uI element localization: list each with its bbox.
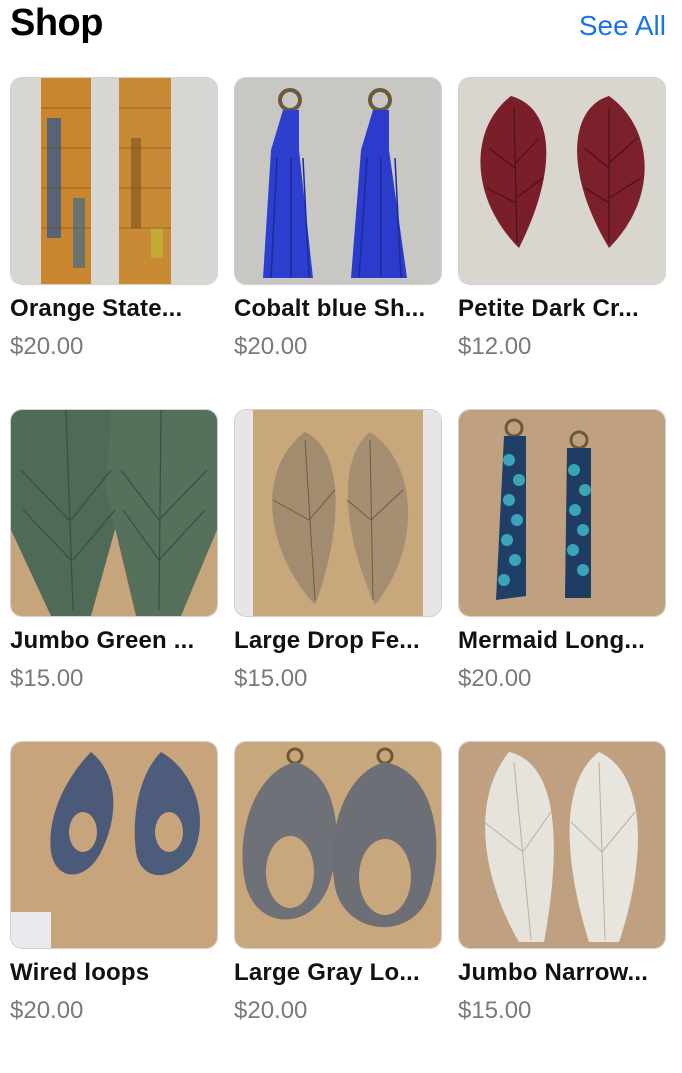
- product-name: Mermaid Long...: [458, 627, 646, 654]
- product-name: Jumbo Green ...: [10, 627, 195, 654]
- product-name: Large Drop Fe...: [234, 627, 420, 654]
- product-image[interactable]: [458, 741, 666, 949]
- product-price: $15.00: [458, 997, 532, 1024]
- product-card[interactable]: Jumbo Narrow... $15.00: [458, 741, 666, 1073]
- product-image[interactable]: [10, 77, 218, 285]
- see-all-link[interactable]: See All: [579, 10, 666, 42]
- product-price: $15.00: [234, 665, 308, 692]
- product-price: $12.00: [458, 333, 532, 360]
- product-price: $15.00: [10, 665, 84, 692]
- product-card[interactable]: Jumbo Green ... $15.00: [10, 409, 218, 741]
- product-name: Cobalt blue Sh...: [234, 295, 426, 322]
- product-price: $20.00: [234, 333, 308, 360]
- product-card[interactable]: Cobalt blue Sh... $20.00: [234, 77, 442, 409]
- product-grid: Orange State... $20.00 Cobalt blue Sh...…: [10, 77, 674, 1073]
- product-name: Orange State...: [10, 295, 183, 322]
- product-card[interactable]: Wired loops $20.00: [10, 741, 218, 1073]
- product-name: Large Gray Lo...: [234, 959, 420, 986]
- product-image[interactable]: [234, 741, 442, 949]
- product-price: $20.00: [10, 333, 84, 360]
- product-card[interactable]: Petite Dark Cr... $12.00: [458, 77, 666, 409]
- product-price: $20.00: [234, 997, 308, 1024]
- product-image[interactable]: [234, 409, 442, 617]
- product-price: $20.00: [458, 665, 532, 692]
- product-name: Wired loops: [10, 959, 150, 986]
- page-title: Shop: [10, 2, 103, 44]
- product-name: Jumbo Narrow...: [458, 959, 649, 986]
- product-image[interactable]: [234, 77, 442, 285]
- product-card[interactable]: Mermaid Long... $20.00: [458, 409, 666, 741]
- product-name: Petite Dark Cr...: [458, 295, 639, 322]
- product-card[interactable]: Large Gray Lo... $20.00: [234, 741, 442, 1073]
- product-card[interactable]: Orange State... $20.00: [10, 77, 218, 409]
- shop-header: Shop See All: [0, 0, 682, 60]
- product-image[interactable]: [458, 409, 666, 617]
- product-image[interactable]: [458, 77, 666, 285]
- product-image[interactable]: [10, 741, 218, 949]
- product-price: $20.00: [10, 997, 84, 1024]
- product-card[interactable]: Large Drop Fe... $15.00: [234, 409, 442, 741]
- product-image[interactable]: [10, 409, 218, 617]
